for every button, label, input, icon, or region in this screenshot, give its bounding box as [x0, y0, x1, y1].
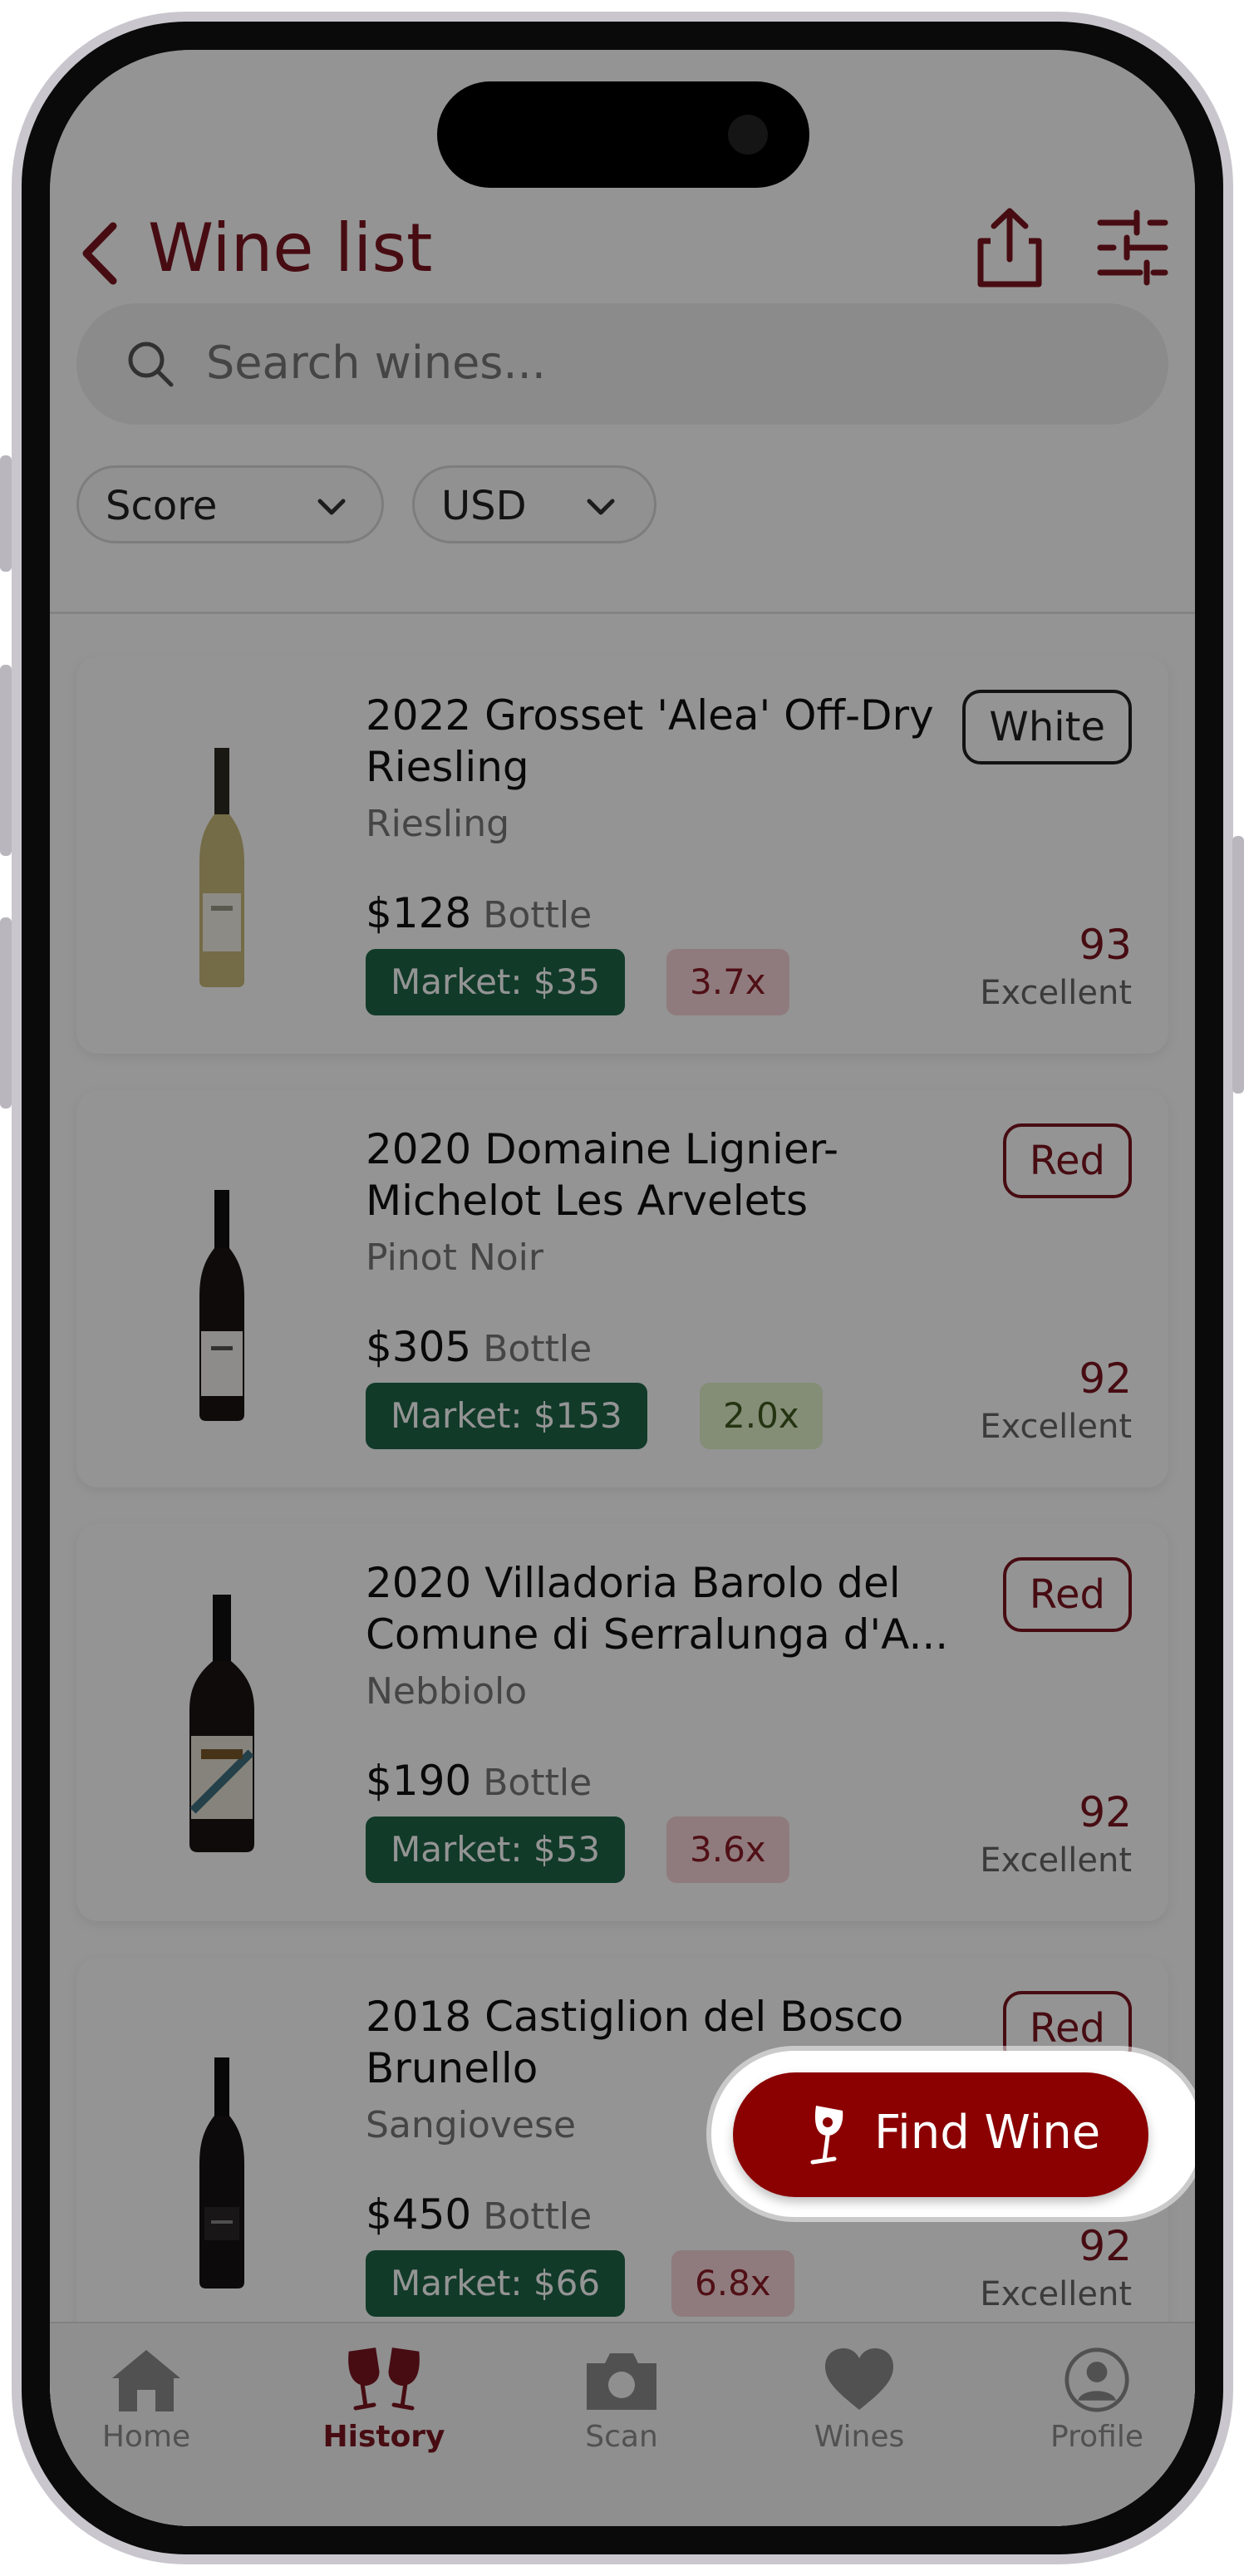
action-button [0, 455, 12, 572]
screen: Wine list Search wines... Score USD 2022… [50, 50, 1195, 2526]
find-wine-highlight: Find Wine [711, 2051, 1195, 2217]
wine-glass-icon [810, 2106, 843, 2165]
power-button [1232, 836, 1244, 1094]
volume-up-button [0, 665, 12, 856]
volume-down-button [0, 917, 12, 1109]
find-wine-button[interactable]: Find Wine [733, 2072, 1148, 2197]
dynamic-island [437, 81, 809, 188]
find-wine-label: Find Wine [874, 2106, 1101, 2160]
